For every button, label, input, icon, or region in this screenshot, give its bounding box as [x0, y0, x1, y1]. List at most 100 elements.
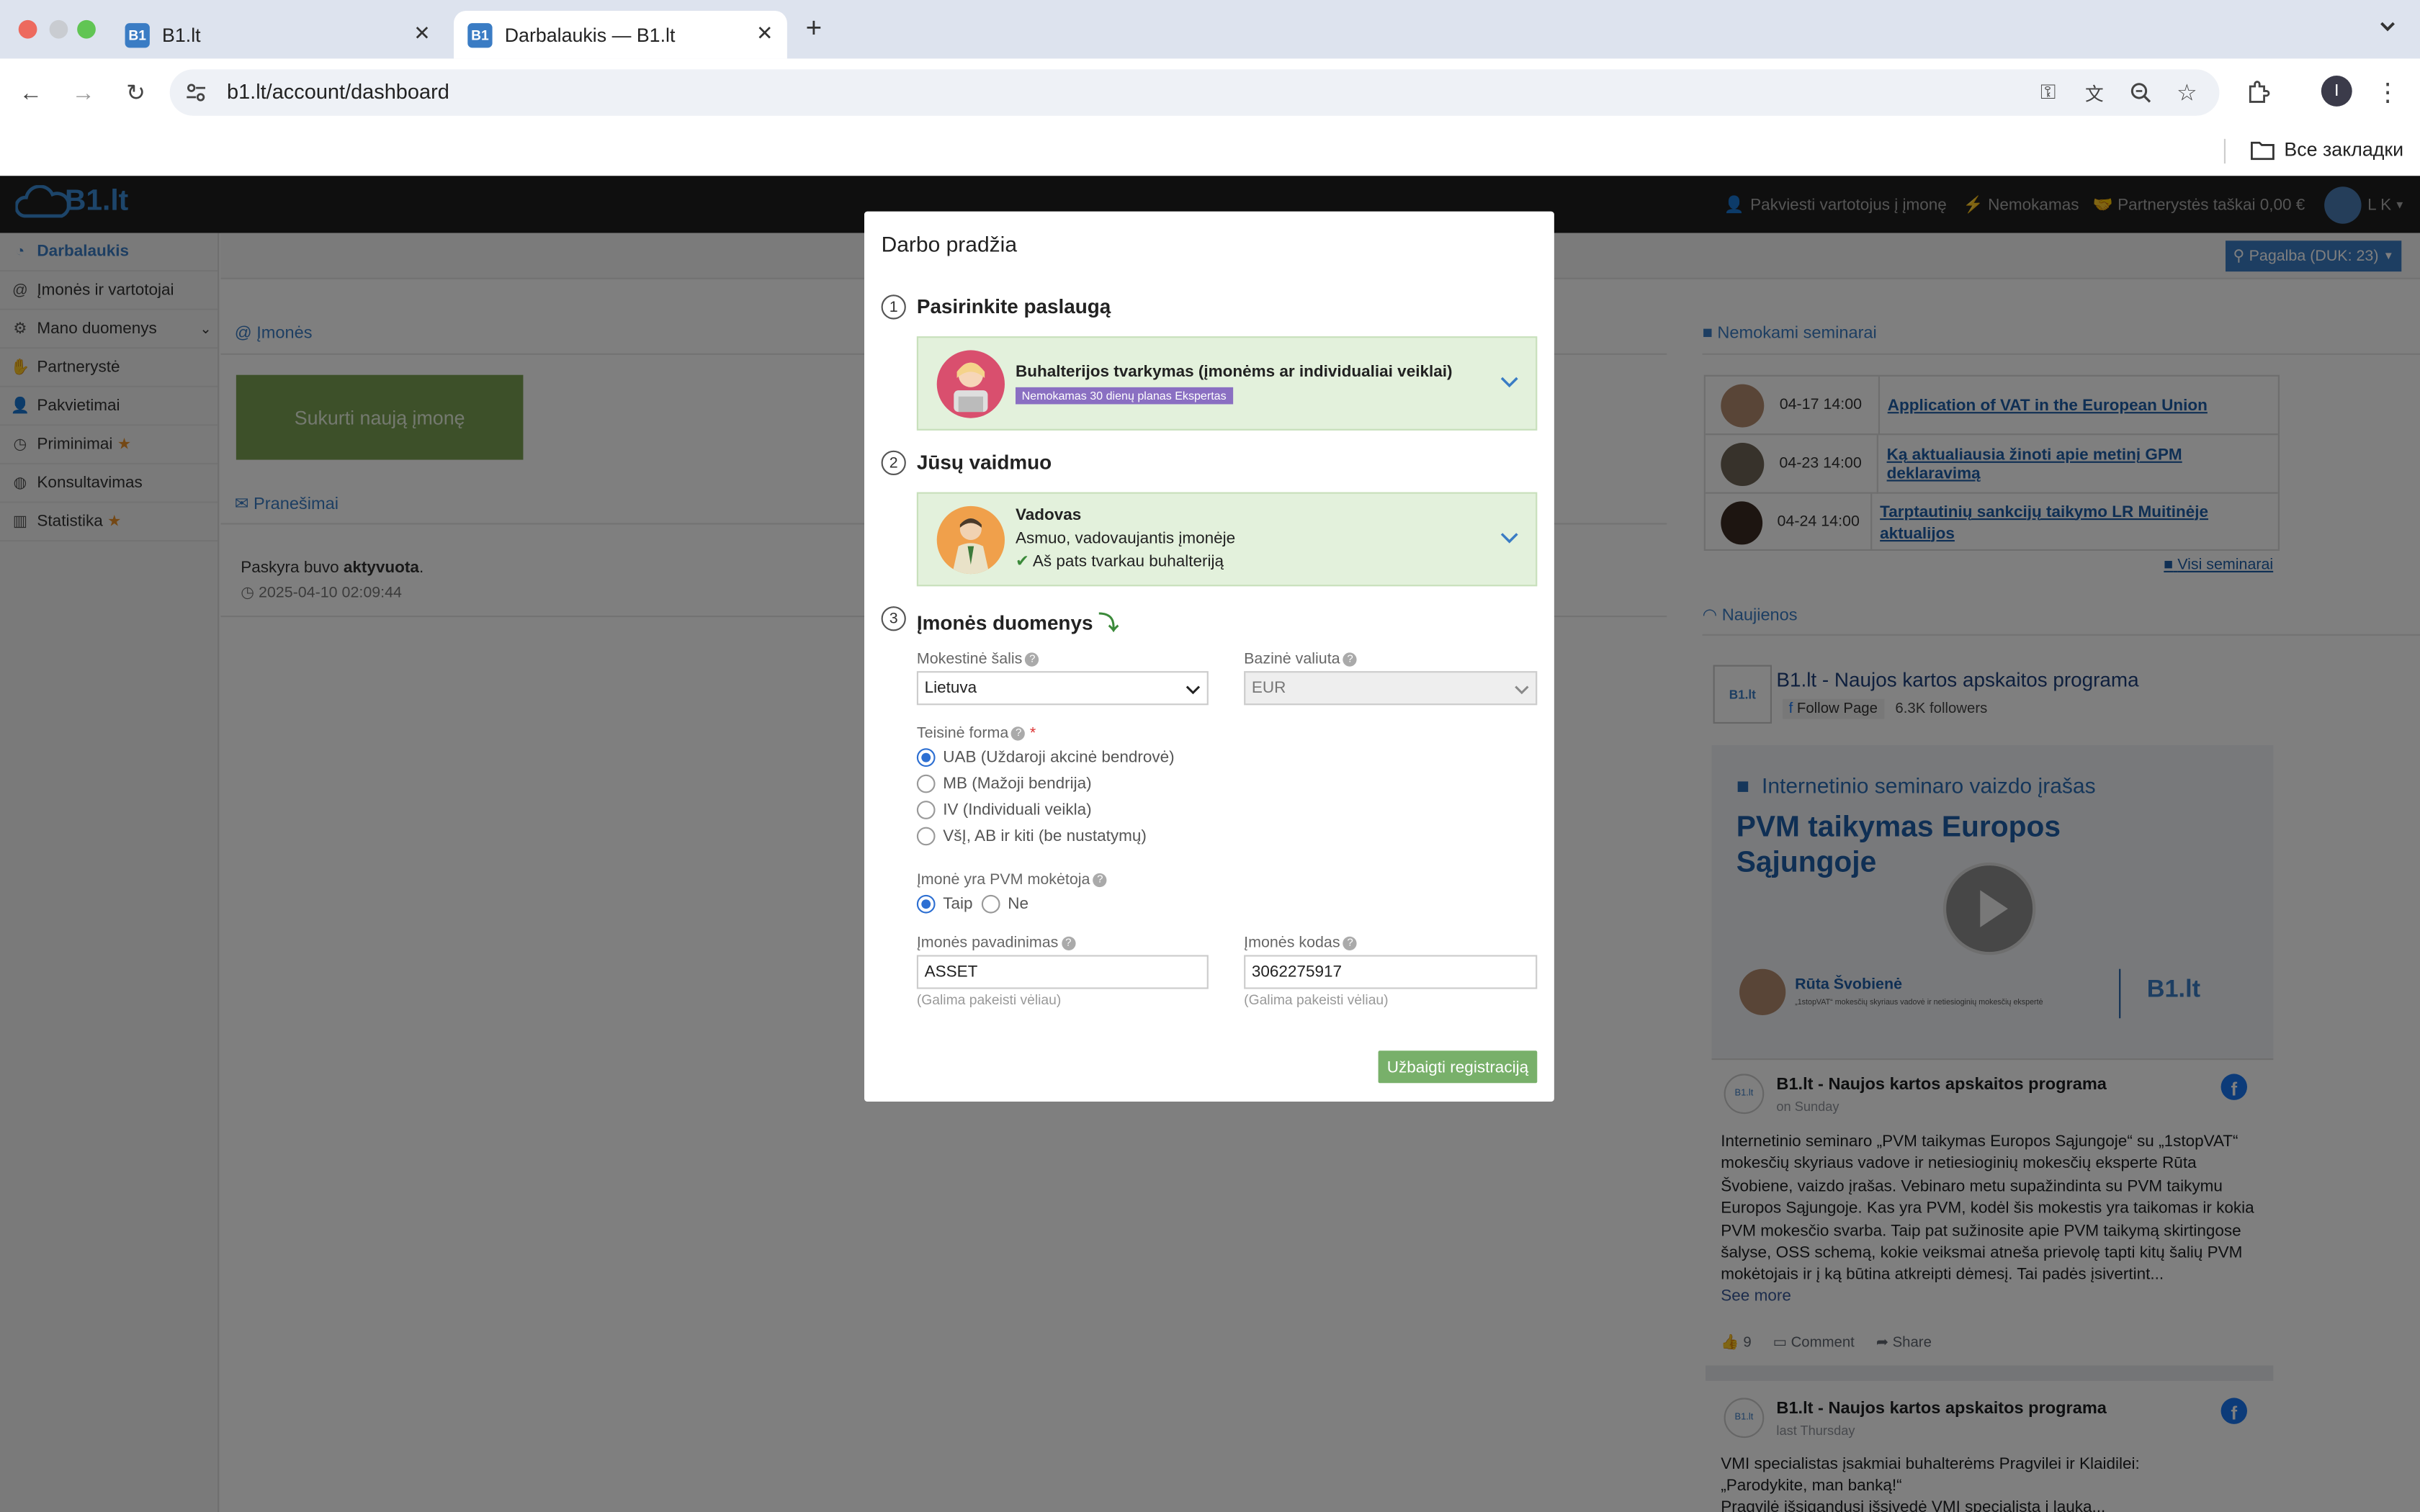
modal-title: Darbo pradžia	[881, 231, 1018, 256]
bookmark-star-icon[interactable]: ☆	[2170, 76, 2204, 109]
accountant-avatar-icon	[936, 350, 1005, 418]
extensions-icon[interactable]	[2241, 76, 2275, 109]
password-key-icon[interactable]: ⚿	[2031, 76, 2065, 109]
chevron-down-icon[interactable]	[1500, 528, 1519, 546]
zoom-icon[interactable]	[2124, 76, 2158, 109]
radio-button[interactable]	[916, 774, 936, 793]
country-label: Mokestinė šalis?	[917, 651, 1039, 668]
country-label-text: Mokestinė šalis	[916, 651, 1023, 668]
step-number: 1	[881, 294, 906, 320]
browser-tab-dashboard[interactable]: B1 Darbalaukis — B1.lt ✕	[454, 11, 787, 59]
legal-form-label-text: Teisinė forma	[916, 725, 1009, 742]
chevron-down-icon	[1515, 685, 1529, 695]
browser-toolbar: ← → ↻ b1.lt/account/dashboard ⚿ 文 ☆ I ⋮	[0, 58, 2420, 127]
legal-form-option[interactable]: IV (Individuali veikla)	[916, 801, 1092, 819]
legal-form-option[interactable]: VšĮ, AB ir kiti (be nustatymų)	[916, 827, 1147, 846]
reload-icon[interactable]: ↻	[119, 76, 153, 109]
service-name: Buhalterijos tvarkymas (įmonėms ar indiv…	[1016, 362, 1453, 382]
vat-yes-option[interactable]: Taip	[916, 894, 973, 914]
company-code-label: Įmonės kodas?	[1244, 935, 1358, 953]
vat-no-label: Ne	[1008, 894, 1029, 914]
help-icon[interactable]: ?	[1343, 652, 1358, 667]
browser-tab-b1[interactable]: B1 B1.lt ✕	[111, 11, 447, 58]
help-icon[interactable]: ?	[1093, 873, 1107, 887]
arrow-down-icon: ⤵	[1098, 611, 1119, 634]
close-tab-icon[interactable]: ✕	[413, 22, 430, 46]
company-code-label-text: Įmonės kodas	[1244, 935, 1340, 953]
browser-menu-icon[interactable]: ⋮	[2370, 76, 2404, 109]
chevron-down-icon	[1186, 685, 1201, 695]
vat-payer-label: Įmonė yra PVM mokėtoja?	[916, 871, 1107, 889]
step-title-text: Įmonės duomenys	[916, 611, 1093, 634]
step-title: Jūsų vaidmuo	[916, 450, 1052, 474]
manager-avatar-icon	[936, 505, 1005, 575]
vat-yes-label: Taip	[943, 894, 973, 914]
all-bookmarks-button[interactable]: Все закладки	[2250, 139, 2403, 161]
currency-value: EUR	[1251, 678, 1286, 698]
role-description: Asmuo, vadovaujantis įmonėje	[1016, 529, 1236, 548]
legal-form-option[interactable]: UAB (Uždaroji akcinė bendrovė)	[916, 748, 1175, 767]
role-check: ✔ Aš pats tvarkau buhalteriją	[1016, 552, 1224, 571]
profile-avatar[interactable]: I	[2321, 76, 2352, 107]
close-tab-icon[interactable]: ✕	[756, 22, 773, 46]
radio-button[interactable]	[916, 748, 936, 767]
role-selector[interactable]: Vadovas Asmuo, vadovaujantis įmonėje ✔ A…	[916, 492, 1538, 587]
url-text[interactable]: b1.lt/account/dashboard	[227, 80, 449, 103]
company-name-label: Įmonės pavadinimas?	[916, 935, 1075, 953]
legal-form-option-label: MB (Mažoji bendrija)	[943, 774, 1092, 793]
legal-form-option-label: VšĮ, AB ir kiti (be nustatymų)	[943, 827, 1147, 846]
company-code-input[interactable]: 3062275917	[1244, 955, 1538, 989]
company-code-hint: (Galima pakeisti vėliau)	[1244, 991, 1389, 1008]
legal-form-option[interactable]: MB (Mažoji bendrija)	[916, 774, 1092, 793]
check-icon: ✔	[1016, 552, 1029, 571]
tab-search-icon[interactable]	[2377, 15, 2398, 41]
help-icon[interactable]: ?	[1011, 726, 1026, 741]
country-select[interactable]: Lietuva	[916, 671, 1209, 706]
complete-registration-button[interactable]: Užbaigti registraciją	[1378, 1050, 1538, 1084]
maximize-window-button[interactable]	[77, 19, 96, 39]
bookmarks-bar: Все закладки	[0, 126, 2420, 176]
company-name-input[interactable]: ASSET	[916, 955, 1209, 989]
minimize-window-button[interactable]	[49, 19, 68, 39]
close-window-button[interactable]	[18, 19, 37, 39]
step-number: 2	[881, 450, 906, 475]
radio-button[interactable]	[916, 801, 936, 819]
chevron-down-icon[interactable]	[1500, 372, 1519, 390]
help-icon[interactable]: ?	[1343, 936, 1358, 950]
step-title: Pasirinkite paslaugą	[916, 294, 1111, 318]
folder-icon	[2251, 140, 2275, 160]
translate-icon[interactable]: 文	[2077, 76, 2111, 109]
currency-label: Bazinė valiuta?	[1244, 651, 1358, 668]
back-icon[interactable]: ←	[14, 76, 48, 109]
site-info-icon[interactable]	[184, 80, 208, 109]
all-bookmarks-label: Все закладки	[2284, 138, 2404, 161]
step-title: Įmonės duomenys ⤵	[917, 606, 1119, 636]
vat-payer-label-text: Įmonė yra PVM mokėtoja	[916, 871, 1090, 889]
country-value: Lietuva	[924, 678, 977, 698]
currency-label-text: Bazinė valiuta	[1244, 651, 1340, 668]
role-check-text: Aš pats tvarkau buhalteriją	[1032, 552, 1224, 571]
b1-favicon-icon: B1	[467, 22, 493, 48]
radio-button[interactable]	[916, 894, 936, 914]
address-bar[interactable]: b1.lt/account/dashboard ⚿ 文 ☆	[169, 69, 2220, 116]
tab-title: B1.lt	[162, 24, 201, 46]
legal-form-option-label: IV (Individuali veikla)	[943, 801, 1092, 819]
company-name-label-text: Įmonės pavadinimas	[916, 935, 1059, 953]
currency-select[interactable]: EUR	[1244, 671, 1538, 706]
forward-icon[interactable]: →	[66, 76, 100, 109]
vat-no-option[interactable]: Ne	[981, 894, 1029, 914]
radio-button[interactable]	[916, 827, 936, 846]
legal-form-label: Teisinė forma? *	[917, 725, 1036, 742]
service-selector[interactable]: Buhalterijos tvarkymas (įmonėms ar indiv…	[916, 336, 1538, 431]
help-icon[interactable]: ?	[1061, 936, 1075, 950]
help-icon[interactable]: ?	[1025, 652, 1039, 667]
company-name-hint: (Galima pakeisti vėliau)	[916, 991, 1062, 1008]
radio-button[interactable]	[981, 894, 1000, 914]
step-number: 3	[881, 606, 906, 631]
new-tab-button[interactable]: +	[806, 12, 823, 45]
required-marker: *	[1029, 725, 1036, 742]
bookmarks-divider	[2223, 138, 2226, 164]
getting-started-modal: Darbo pradžia 1 Pasirinkite paslaugą Buh…	[864, 211, 1554, 1102]
b1-favicon-icon: B1	[125, 22, 150, 48]
browser-tab-strip: B1 B1.lt ✕ B1 Darbalaukis — B1.lt ✕ +	[0, 0, 2420, 59]
